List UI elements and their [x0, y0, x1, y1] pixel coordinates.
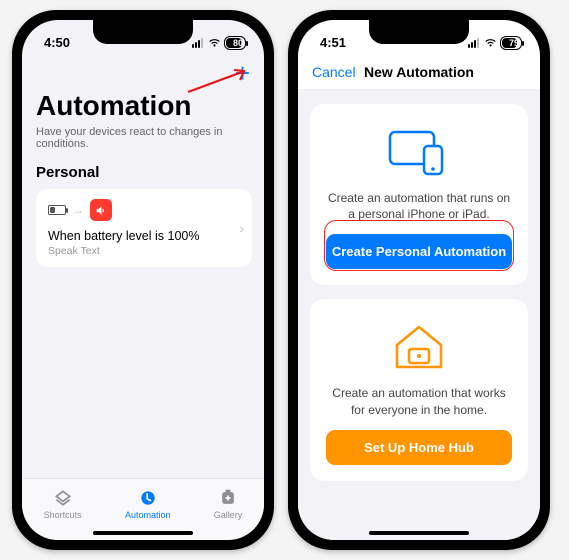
screen-left: 4:50 80 + Automation Have your d: [22, 20, 264, 540]
signal-icon: [192, 38, 203, 48]
nav-title: New Automation: [364, 64, 474, 80]
battery-icon: 79: [500, 36, 522, 50]
card-icons: →: [48, 199, 240, 221]
nav-bar: Cancel New Automation: [298, 54, 540, 90]
home-indicator[interactable]: [93, 531, 193, 535]
setup-home-hub-button[interactable]: Set Up Home Hub: [326, 430, 512, 465]
page-subtitle: Have your devices react to changes in co…: [36, 126, 252, 150]
status-icons: 80: [192, 36, 246, 50]
notch: [93, 20, 193, 44]
automation-icon: [137, 488, 159, 508]
shortcuts-icon: [52, 488, 74, 508]
gallery-icon: [217, 488, 239, 508]
devices-icon: [384, 122, 454, 182]
personal-desc: Create an automation that runs on a pers…: [326, 190, 512, 222]
card-title: When battery level is 100%: [48, 229, 240, 243]
phone-left: 4:50 80 + Automation Have your d: [12, 10, 274, 550]
home-indicator[interactable]: [369, 531, 469, 535]
arrow-icon: →: [72, 203, 84, 217]
home-desc: Create an automation that works for ever…: [326, 385, 512, 417]
speak-text-icon: [90, 199, 112, 221]
tab-shortcuts[interactable]: Shortcuts: [44, 488, 82, 520]
battery-level-icon: [48, 205, 66, 215]
highlight-annotation: Create Personal Automation: [326, 222, 512, 269]
card-subtitle: Speak Text: [48, 245, 240, 257]
battery-percent: 79: [509, 38, 519, 48]
home-automation-card: Create an automation that works for ever…: [310, 299, 528, 480]
cancel-button[interactable]: Cancel: [312, 64, 356, 80]
home-icon: [389, 317, 449, 377]
wifi-icon: [208, 38, 221, 48]
tab-automation[interactable]: Automation: [125, 488, 171, 520]
automation-card[interactable]: → When battery level is 100% Speak Text …: [36, 189, 252, 267]
notch: [369, 20, 469, 44]
tab-label: Gallery: [214, 510, 243, 520]
battery-percent: 80: [233, 38, 243, 48]
section-personal: Personal: [36, 164, 252, 181]
phone-right: 4:51 79 Cancel New Automation: [288, 10, 550, 550]
battery-icon: 80: [224, 36, 246, 50]
tab-gallery[interactable]: Gallery: [214, 488, 243, 520]
wifi-icon: [484, 38, 497, 48]
status-time: 4:50: [44, 35, 70, 50]
new-automation-body: Create an automation that runs on a pers…: [298, 90, 540, 540]
tab-label: Automation: [125, 510, 171, 520]
annotation-arrow: [184, 68, 254, 98]
create-personal-button[interactable]: Create Personal Automation: [326, 234, 512, 269]
signal-icon: [468, 38, 479, 48]
personal-automation-card: Create an automation that runs on a pers…: [310, 104, 528, 285]
status-time: 4:51: [320, 35, 346, 50]
status-icons: 79: [468, 36, 522, 50]
chevron-right-icon: ›: [239, 220, 244, 236]
automation-screen: + Automation Have your devices react to …: [22, 54, 264, 478]
tab-label: Shortcuts: [44, 510, 82, 520]
screen-right: 4:51 79 Cancel New Automation: [298, 20, 540, 540]
